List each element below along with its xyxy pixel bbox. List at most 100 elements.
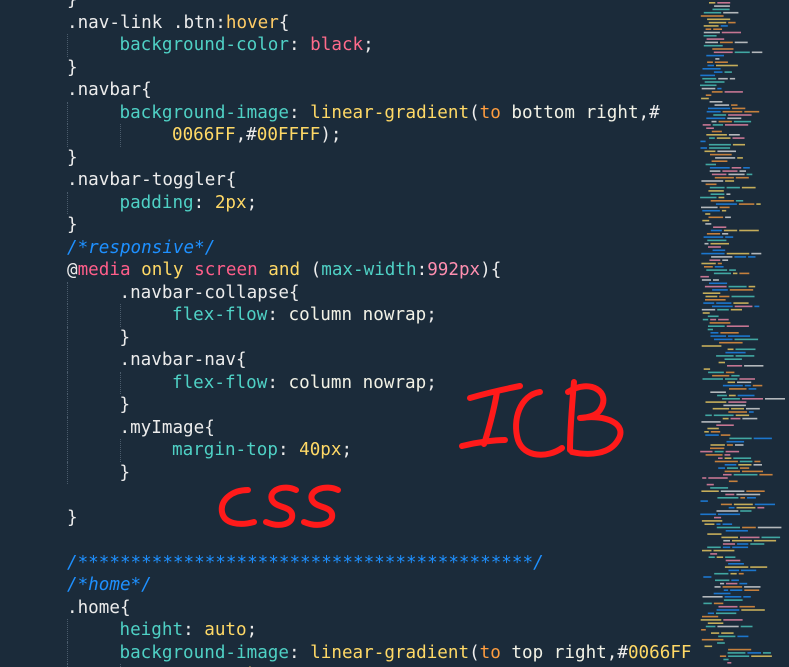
code-line[interactable]: }	[0, 0, 690, 12]
minimap-line	[740, 625, 753, 628]
minimap-line	[748, 285, 756, 288]
code-line[interactable]: .navbar-collapse{	[0, 281, 690, 304]
code-line[interactable]: }	[0, 507, 690, 530]
minimap-line	[757, 526, 782, 529]
minimap-line	[721, 536, 738, 539]
minimap-line	[727, 365, 743, 367]
code-token: {	[288, 282, 300, 303]
code-token: /***************************************…	[67, 552, 544, 573]
code-token: ;	[341, 440, 353, 460]
minimap-line	[736, 493, 761, 496]
code-token: }	[67, 57, 78, 78]
indent-guide	[119, 304, 121, 327]
code-line[interactable]: flex-flow: column nowrap;	[0, 304, 690, 327]
code-line[interactable]: @media only screen and (max-width:992px)…	[0, 259, 690, 282]
code-token: {	[225, 170, 237, 190]
code-line[interactable]: flex-flow: column nowrap;	[0, 371, 690, 394]
indent-guide	[67, 641, 68, 664]
code-line[interactable]: height: auto;	[0, 619, 690, 642]
code-token: {	[119, 597, 131, 618]
code-line[interactable]: 0066FF,#00FFFF);	[0, 124, 690, 147]
minimap-line	[708, 477, 728, 479]
code-line[interactable]: /***************************************…	[0, 552, 690, 575]
minimap-line	[729, 437, 752, 440]
code-line[interactable]: .navbar-nav{	[0, 349, 690, 372]
code-area[interactable]: } .nav-link .btn:hover{background-color: …	[0, 0, 692, 667]
minimap-line	[707, 239, 727, 242]
minimap-line	[702, 615, 719, 618]
code-token: .home	[67, 597, 120, 618]
minimap-line	[726, 444, 733, 446]
minimap-line	[751, 655, 772, 657]
minimap-line	[725, 216, 731, 219]
minimap-line	[729, 269, 736, 271]
minimap-line	[706, 483, 714, 486]
minimap-line	[748, 256, 756, 258]
code-token: bottom right	[500, 102, 639, 123]
minimap-line	[724, 566, 749, 568]
code-line[interactable]: background-image: linear-gradient(to top…	[0, 641, 692, 665]
code-line[interactable]: }	[0, 326, 690, 349]
minimap-line	[717, 497, 739, 499]
code-line[interactable]: }	[0, 147, 690, 170]
minimap-line	[721, 209, 727, 212]
code-line[interactable]: background-color: black;	[0, 34, 690, 57]
code-token: :	[416, 260, 428, 280]
minimap-line	[716, 609, 740, 611]
code-text: background-image: linear-gradient(to top…	[120, 642, 692, 665]
minimap-line	[713, 592, 731, 595]
code-editor[interactable]: } .nav-link .btn:hover{background-color: …	[0, 0, 789, 667]
minimap-line	[711, 256, 733, 258]
minimap-line	[734, 41, 748, 44]
minimap-line	[705, 414, 712, 417]
code-line[interactable]: .nav-link .btn:hover{	[0, 12, 690, 35]
minimap-line	[726, 440, 745, 443]
indent-guide	[67, 439, 68, 462]
minimap-line	[702, 209, 720, 212]
code-line[interactable]: }	[0, 57, 690, 80]
code-line[interactable]: margin-top: 40px;	[0, 439, 690, 462]
minimap-line	[710, 553, 718, 555]
minimap-line	[712, 124, 723, 126]
code-line[interactable]: }	[0, 461, 690, 484]
minimap-line	[710, 444, 725, 446]
minimap-line	[727, 652, 746, 654]
code-line[interactable]: /*home*/	[0, 574, 690, 597]
minimap-line	[703, 11, 722, 14]
minimap-line	[741, 609, 765, 611]
code-token: );	[320, 125, 342, 145]
minimap-line	[728, 394, 736, 397]
code-token: .myImage	[119, 417, 205, 438]
minimap-line	[724, 596, 742, 598]
minimap-line	[703, 236, 724, 238]
minimap-line	[710, 391, 726, 393]
minimap-line	[710, 193, 725, 195]
code-token: ;	[426, 372, 437, 393]
code-line[interactable]: /*responsive*/	[0, 237, 690, 260]
minimap-line	[713, 71, 723, 73]
minimap-line	[718, 120, 732, 123]
minimap-line	[723, 539, 730, 542]
code-line[interactable]: }	[0, 214, 690, 237]
code-line[interactable]: .myImage{	[0, 416, 690, 439]
minimap-line	[754, 305, 760, 308]
minimap-line	[751, 252, 762, 255]
minimap-line	[725, 450, 740, 453]
code-line[interactable]: padding: 2px;	[0, 191, 690, 214]
minimap-line	[729, 388, 747, 390]
minimap-line	[724, 91, 743, 93]
code-line[interactable]: background-image: linear-gradient(to bot…	[0, 101, 690, 124]
code-line[interactable]: .home{	[0, 597, 690, 620]
code-line[interactable]: .navbar-toggler{	[0, 169, 690, 192]
code-line[interactable]	[0, 484, 690, 507]
minimap-line	[716, 302, 732, 304]
minimap-line	[722, 233, 729, 235]
code-line[interactable]	[0, 529, 690, 552]
minimap-line	[750, 543, 765, 545]
code-line[interactable]: .navbar{	[0, 79, 690, 102]
code-line[interactable]: }	[0, 394, 690, 417]
minimap-line	[723, 599, 743, 601]
minimap-line	[704, 81, 725, 83]
code-text: @media only screen and (max-width:992px)…	[67, 259, 501, 282]
minimap[interactable]	[692, 0, 789, 667]
